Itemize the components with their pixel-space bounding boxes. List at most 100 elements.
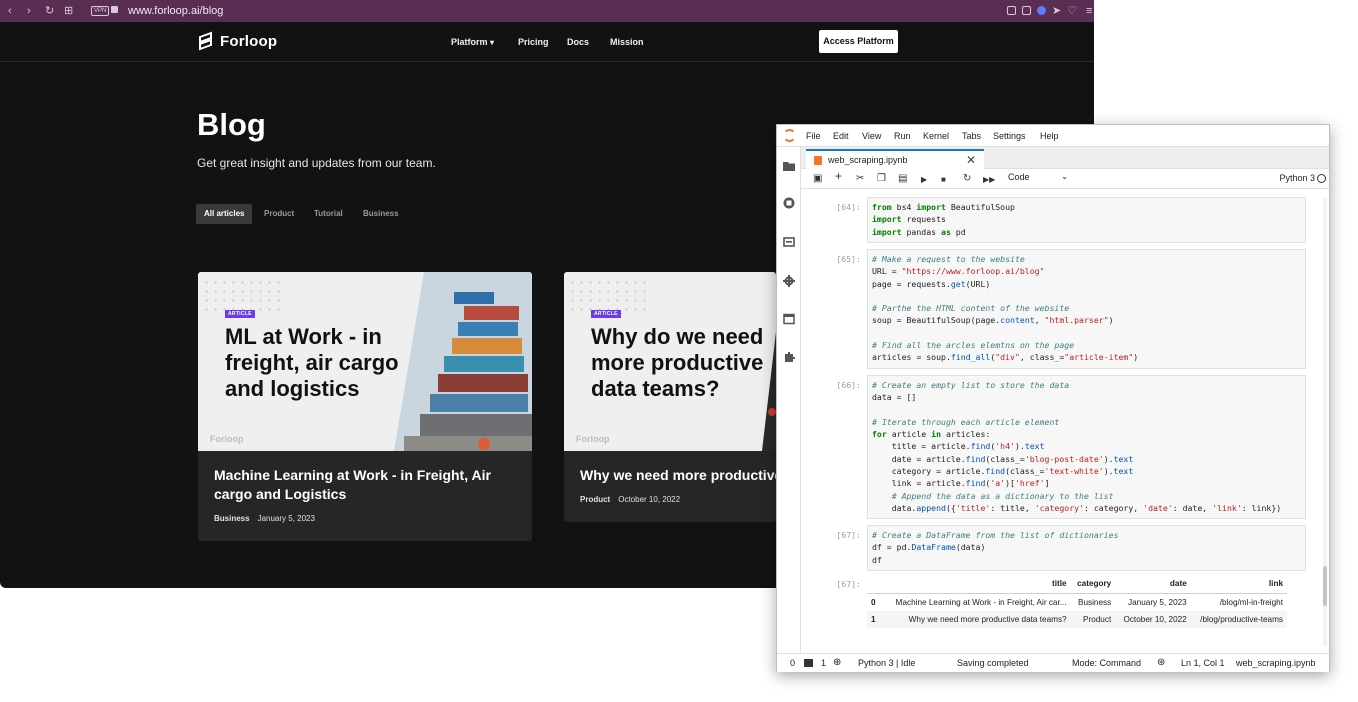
card-category[interactable]: Product bbox=[580, 495, 610, 504]
menu-icon[interactable]: ≡ bbox=[1086, 4, 1092, 18]
terminal-icon bbox=[804, 659, 813, 667]
scrollbar-thumb[interactable] bbox=[1323, 566, 1327, 606]
forward-icon[interactable]: › bbox=[27, 4, 31, 18]
row-index: 1 bbox=[867, 611, 881, 628]
forloop-watermark: Forloop bbox=[576, 434, 610, 444]
menu-view[interactable]: View bbox=[862, 131, 881, 141]
access-platform-button[interactable]: Access Platform bbox=[819, 30, 898, 53]
card-title[interactable]: Why we need more productive bbox=[580, 466, 776, 485]
card-meta: Product October 10, 2022 bbox=[580, 495, 680, 504]
card-hero-title: ML at Work - in freight, air cargo and l… bbox=[225, 324, 399, 401]
tab-web-scraping[interactable]: web_scraping.ipynb ✕ bbox=[806, 149, 984, 169]
running-sessions-icon[interactable] bbox=[783, 197, 795, 209]
site-navbar: Forloop Platform ▾ Pricing Docs Mission … bbox=[0, 22, 1094, 62]
address-bar[interactable]: www.forloop.ai/blog bbox=[128, 4, 223, 18]
shield-icon: ⊛ bbox=[1157, 657, 1166, 668]
menu-edit[interactable]: Edit bbox=[833, 131, 849, 141]
lock-icon bbox=[111, 6, 118, 13]
notebook-area: [64]: from bs4 import BeautifulSoup impo… bbox=[801, 190, 1329, 652]
menu-bar: File Edit View Run Kernel Tabs Settings … bbox=[777, 125, 1329, 147]
card-category[interactable]: Business bbox=[214, 514, 250, 523]
filter-all-articles[interactable]: All articles bbox=[196, 204, 253, 224]
article-card[interactable]: ARTICLE ML at Work - in freight, air car… bbox=[198, 272, 532, 541]
page-subtitle: Get great insight and updates from our t… bbox=[197, 156, 436, 170]
property-inspector-icon[interactable] bbox=[783, 275, 795, 287]
restart-icon[interactable]: ↻ bbox=[963, 172, 971, 185]
filter-product[interactable]: Product bbox=[256, 204, 302, 224]
menu-tabs[interactable]: Tabs bbox=[962, 131, 981, 141]
folder-icon[interactable] bbox=[783, 160, 795, 172]
paste-icon[interactable]: ▤ bbox=[898, 172, 907, 185]
column-header: category bbox=[1070, 576, 1116, 594]
cell-link: /blog/ml-in-freight bbox=[1219, 598, 1283, 607]
card-meta: Business January 5, 2023 bbox=[214, 514, 315, 523]
column-header: link bbox=[1190, 576, 1287, 594]
tabs-icon[interactable] bbox=[783, 313, 795, 325]
back-icon[interactable]: ‹ bbox=[8, 4, 12, 18]
save-icon[interactable]: ▣ bbox=[813, 172, 822, 185]
run-icon[interactable]: ▶ bbox=[921, 173, 927, 186]
cut-icon[interactable]: ✂ bbox=[856, 172, 864, 185]
article-card[interactable]: ARTICLE Why do we need more productive d… bbox=[564, 272, 776, 522]
filter-tutorial[interactable]: Tutorial bbox=[306, 204, 351, 224]
reload-icon[interactable]: ↻ bbox=[45, 4, 54, 18]
nav-docs[interactable]: Docs bbox=[567, 37, 589, 47]
stop-icon[interactable]: ■ bbox=[941, 173, 946, 186]
cell-prompt: [64]: bbox=[836, 202, 861, 212]
card-hero-title: Why do we need more productive data team… bbox=[591, 324, 764, 401]
status-terminals-count[interactable]: 0 bbox=[790, 658, 795, 668]
forloop-logo-icon bbox=[197, 31, 216, 51]
chevron-down-icon: ▾ bbox=[490, 38, 495, 47]
status-kernels-count[interactable]: 1 bbox=[821, 658, 826, 668]
dot-pattern bbox=[202, 278, 282, 314]
screenshot-icon[interactable] bbox=[1007, 6, 1016, 15]
forloop-logo[interactable]: Forloop bbox=[197, 31, 277, 51]
forloop-watermark: Forloop bbox=[210, 434, 244, 444]
add-cell-icon[interactable]: + bbox=[835, 170, 842, 183]
nav-platform-label: Platform bbox=[451, 37, 488, 47]
menu-settings[interactable]: Settings bbox=[993, 131, 1026, 141]
code-cell[interactable]: # Create an empty list to store the data… bbox=[867, 375, 1306, 519]
send-icon[interactable]: ➤ bbox=[1052, 4, 1061, 18]
save-status: Saving completed bbox=[957, 658, 1029, 668]
card-hero-image: ARTICLE Why do we need more productive d… bbox=[564, 272, 776, 451]
extension-manager-icon[interactable] bbox=[783, 351, 795, 363]
column-header: date bbox=[1115, 576, 1191, 594]
code-cell[interactable]: from bs4 import BeautifulSoup import req… bbox=[867, 197, 1306, 243]
commands-icon[interactable] bbox=[783, 236, 795, 248]
row-index: 0 bbox=[871, 598, 876, 607]
card-title[interactable]: Machine Learning at Work - in Freight, A… bbox=[214, 466, 524, 504]
cell-category: Product bbox=[1070, 611, 1116, 628]
notebook-scrollbar[interactable] bbox=[1323, 198, 1327, 646]
nav-platform[interactable]: Platform ▾ bbox=[451, 37, 494, 47]
cell-prompt: [66]: bbox=[836, 380, 861, 390]
cell-date: January 5, 2023 bbox=[1128, 598, 1187, 607]
menu-kernel[interactable]: Kernel bbox=[923, 131, 949, 141]
menu-run[interactable]: Run bbox=[894, 131, 911, 141]
dot-pattern bbox=[568, 278, 648, 314]
nav-mission[interactable]: Mission bbox=[610, 37, 644, 47]
fast-forward-icon[interactable]: ▶▶ bbox=[983, 173, 995, 186]
mode-status[interactable]: Mode: Command bbox=[1072, 658, 1141, 668]
cursor-position[interactable]: Ln 1, Col 1 bbox=[1181, 658, 1225, 668]
status-filename: web_scraping.ipynb bbox=[1236, 658, 1316, 668]
status-bar: 0 1 ⊕ Python 3 | Idle Saving completed M… bbox=[777, 653, 1329, 672]
code-cell[interactable]: # Make a request to the website URL = "h… bbox=[867, 249, 1306, 369]
kernel-name[interactable]: Python 3 bbox=[1279, 173, 1315, 183]
heart-icon[interactable]: ♡ bbox=[1067, 4, 1077, 18]
camera-icon[interactable] bbox=[1022, 6, 1031, 15]
filter-business[interactable]: Business bbox=[355, 204, 407, 224]
menu-file[interactable]: File bbox=[806, 131, 821, 141]
grid-icon[interactable]: ⊞ bbox=[64, 4, 73, 18]
close-icon[interactable]: ✕ bbox=[966, 153, 976, 167]
cell-type-select[interactable]: Code ⌄ bbox=[1008, 172, 1068, 182]
copy-icon[interactable]: ❐ bbox=[877, 172, 886, 185]
vpn-badge[interactable]: VPN bbox=[91, 6, 110, 16]
menu-help[interactable]: Help bbox=[1040, 131, 1059, 141]
notebook-toolbar: ▣ + ✂ ❐ ▤ ▶ ■ ↻ ▶▶ Code ⌄ Python 3 bbox=[801, 169, 1329, 189]
nav-pricing[interactable]: Pricing bbox=[518, 37, 549, 47]
kernel-status[interactable]: Python 3 | Idle bbox=[858, 658, 915, 668]
code-cell[interactable]: # Create a DataFrame from the list of di… bbox=[867, 525, 1306, 571]
shield-icon[interactable] bbox=[1037, 6, 1046, 15]
cell-category: Business bbox=[1078, 598, 1112, 607]
